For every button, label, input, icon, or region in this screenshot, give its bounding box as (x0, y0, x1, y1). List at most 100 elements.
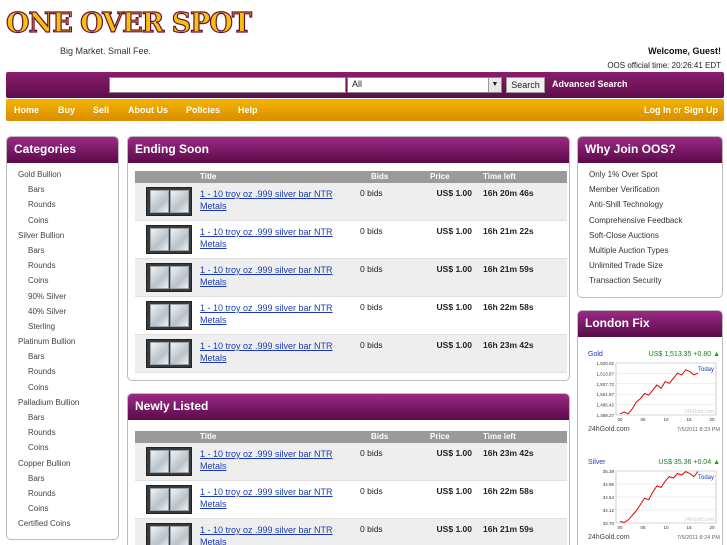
nav-sell[interactable]: Sell (93, 105, 109, 115)
tagline: Big Market. Small Fee. (60, 46, 152, 56)
silver-bar-image (150, 342, 169, 365)
listing-row[interactable]: 1 - 10 troy oz .999 silver bar NTR Metal… (135, 335, 567, 373)
subcategory-item[interactable]: Coins (7, 380, 118, 395)
listing-bids: 0 bids (360, 524, 383, 534)
listing-row[interactable]: 1 - 10 troy oz .999 silver bar NTR Metal… (135, 443, 567, 481)
listing-title-link[interactable]: 1 - 10 troy oz .999 silver bar NTR Metal… (200, 264, 348, 288)
category-item[interactable]: Palladium Bullion (7, 395, 118, 410)
category-item[interactable]: Silver Bullion (7, 228, 118, 243)
silver-chart: 35.38 34.96 34.54 34.12 33.7000 05 10 15 20 Today… (603, 469, 717, 530)
nav-home[interactable]: Home (14, 105, 39, 115)
chart-x-tick: 15 (686, 525, 692, 530)
subcategory-item[interactable]: Bars (7, 243, 118, 258)
listing-bids: 0 bids (360, 486, 383, 496)
listing-thumbnail[interactable] (146, 447, 192, 476)
subcategory-item[interactable]: Coins (7, 213, 118, 228)
nav-policies[interactable]: Policies (186, 105, 220, 115)
subcategory-item[interactable]: Coins (7, 501, 118, 516)
login-link[interactable]: Log In (644, 105, 671, 115)
listing-thumbnail[interactable] (146, 339, 192, 368)
listing-thumbnail[interactable] (146, 523, 192, 545)
subcategory-item[interactable]: Bars (7, 410, 118, 425)
search-button[interactable]: Search (506, 77, 545, 93)
category-item[interactable]: Platinum Bullion (7, 334, 118, 349)
subcategory-item[interactable]: Rounds (7, 197, 118, 212)
chevron-down-icon[interactable]: ▼ (488, 78, 501, 92)
col-bids: Bids (371, 432, 389, 441)
subcategory-item[interactable]: Coins (7, 440, 118, 455)
listing-thumbnail[interactable] (146, 225, 192, 254)
subcategory-item[interactable]: Rounds (7, 364, 118, 379)
why-join-item: Comprehensive Feedback (589, 215, 683, 225)
nav-about-us[interactable]: About Us (128, 105, 168, 115)
gold-source: 24hGold.com (588, 426, 630, 433)
col-time-left: Time left (483, 172, 516, 181)
listing-title-link[interactable]: 1 - 10 troy oz .999 silver bar NTR Metal… (200, 302, 348, 326)
subcategory-item[interactable]: Sterling (7, 319, 118, 334)
listing-row[interactable]: 1 - 10 troy oz .999 silver bar NTR Metal… (135, 259, 567, 297)
listing-price: US$ 1.00 (436, 188, 472, 198)
listing-price: US$ 1.00 (436, 264, 472, 274)
listing-row[interactable]: 1 - 10 troy oz .999 silver bar NTR Metal… (135, 221, 567, 259)
listing-title-link[interactable]: 1 - 10 troy oz .999 silver bar NTR Metal… (200, 486, 348, 510)
category-item[interactable]: Certified Coins (7, 516, 118, 531)
subcategory-item[interactable]: Rounds (7, 486, 118, 501)
signup-link[interactable]: Sign Up (684, 105, 718, 115)
advanced-search-link[interactable]: Advanced Search (552, 79, 628, 89)
listing-row[interactable]: 1 - 10 troy oz .999 silver bar NTR Metal… (135, 297, 567, 335)
listing-thumbnail[interactable] (146, 187, 192, 216)
category-item[interactable]: Gold Bullion (7, 167, 118, 182)
subcategory-item[interactable]: Coins (7, 273, 118, 288)
listing-bids: 0 bids (360, 188, 383, 198)
listing-bids: 0 bids (360, 448, 383, 458)
arrow-up-icon: ▲ (713, 351, 720, 358)
listing-title-link[interactable]: 1 - 10 troy oz .999 silver bar NTR Metal… (200, 524, 348, 545)
subcategory-item[interactable]: 40% Silver (7, 304, 118, 319)
listing-title-link[interactable]: 1 - 10 troy oz .999 silver bar NTR Metal… (200, 448, 348, 472)
listing-price: US$ 1.00 (436, 340, 472, 350)
subcategory-item[interactable]: Rounds (7, 258, 118, 273)
listing-price: US$ 1.00 (436, 226, 472, 236)
subcategory-item[interactable]: Bars (7, 471, 118, 486)
listing-title-link[interactable]: 1 - 10 troy oz .999 silver bar NTR Metal… (200, 226, 348, 250)
listing-thumbnail[interactable] (146, 263, 192, 292)
silver-fix-widget[interactable]: Silver US$ 35.36 +0.04 ▲ 35.38 34.96 34.54… (588, 459, 720, 545)
nav-help[interactable]: Help (238, 105, 258, 115)
silver-bar-image (170, 304, 189, 327)
silver-bar-image (150, 190, 169, 213)
category-list: Gold Bullion Bars Rounds Coins Silver Bullio… (7, 163, 118, 532)
official-time: OOS official time: 20:26:41 EDT (607, 61, 721, 70)
logo[interactable]: ONE OVER SPOT (5, 7, 252, 48)
search-input[interactable] (109, 77, 346, 93)
listing-row[interactable]: 1 - 10 troy oz .999 silver bar NTR Metal… (135, 481, 567, 519)
subcategory-item[interactable]: Rounds (7, 425, 118, 440)
why-join-item: Transaction Security (589, 276, 662, 286)
col-title: Title (200, 172, 217, 181)
listing-row[interactable]: 1 - 10 troy oz .999 silver bar NTR Metal… (135, 519, 567, 545)
silver-bar-image (170, 526, 189, 545)
categories-title: Categories (7, 137, 118, 163)
silver-date: 7/5/2011 8:24 PM (676, 535, 720, 541)
silver-bar-image (150, 526, 169, 545)
arrow-up-icon: ▲ (713, 459, 720, 466)
col-price: Price (430, 432, 450, 441)
subcategory-item[interactable]: Bars (7, 182, 118, 197)
listing-title-link[interactable]: 1 - 10 troy oz .999 silver bar NTR Metal… (200, 340, 348, 364)
gold-fix-widget[interactable]: Gold US$ 1,513.35 +0.80 ▲ 1,520.02 1,513.… (588, 351, 720, 441)
listing-time-left: 16h 20m 46s (483, 188, 534, 198)
nav-buy[interactable]: Buy (58, 105, 75, 115)
category-item[interactable]: Copper Bullion (7, 456, 118, 471)
newly-listed-panel: Newly Listed Title Bids Price Time left … (127, 393, 570, 545)
listing-thumbnail[interactable] (146, 301, 192, 330)
listing-thumbnail[interactable] (146, 485, 192, 514)
category-select[interactable]: All ▼ (347, 77, 502, 93)
why-join-item: Soft-Close Auctions (589, 230, 659, 240)
why-join-item: Unlimited Trade Size (589, 261, 663, 271)
silver-bar-image (170, 342, 189, 365)
subcategory-item[interactable]: 90% Silver (7, 289, 118, 304)
listing-row[interactable]: 1 - 10 troy oz .999 silver bar NTR Metal… (135, 183, 567, 221)
subcategory-item[interactable]: Bars (7, 349, 118, 364)
chart-x-tick: 00 (617, 525, 623, 530)
listing-title-link[interactable]: 1 - 10 troy oz .999 silver bar NTR Metal… (200, 188, 348, 212)
listing-price: US$ 1.00 (436, 486, 472, 496)
